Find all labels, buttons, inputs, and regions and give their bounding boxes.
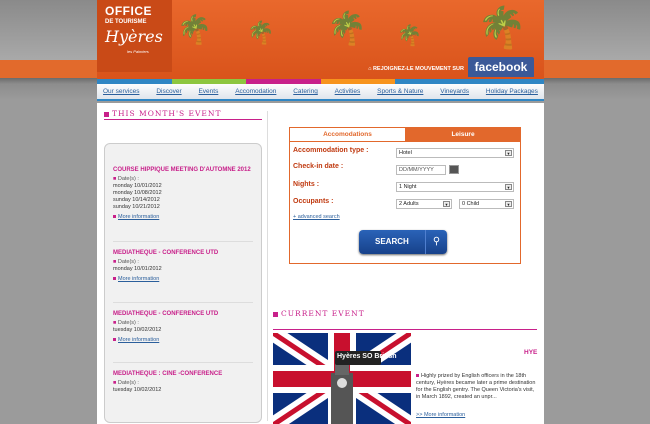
- dropdown-arrow-icon: ▼: [505, 150, 512, 156]
- logo-line-1: OFFICE: [105, 4, 152, 18]
- more-information-text[interactable]: More information: [118, 337, 159, 343]
- calendar-icon[interactable]: [449, 165, 459, 174]
- current-event-heading: HYE: [524, 349, 538, 356]
- dropdown-arrow-icon: ▼: [443, 201, 450, 207]
- divider: [273, 329, 537, 330]
- current-event-text: Highly prized by English officers in the…: [416, 373, 536, 400]
- nav-item[interactable]: Activities: [335, 88, 361, 95]
- accommodation-type-label: Accommodation type :: [293, 147, 369, 154]
- occupants-label: Occupants :: [293, 198, 334, 205]
- bullet-icon: [113, 338, 116, 342]
- site-header: 🌴 🌴 🌴 🌴 🌴 OFFICE DE TOURISME Hyères les …: [97, 0, 544, 84]
- event-dates-label-text: Date(s) :: [117, 259, 139, 265]
- palm-tree-icon: 🌴: [177, 14, 212, 45]
- current-event-more-link[interactable]: >> More information: [416, 412, 465, 418]
- month-event-title: This month's event: [104, 109, 262, 120]
- more-information-text[interactable]: More information: [118, 276, 159, 282]
- event-date: tuesday 10/02/2012: [113, 387, 162, 393]
- event-dates-label: ■ Date(s) :: [113, 259, 255, 266]
- event-date: monday 10/01/2012: [113, 183, 162, 189]
- nav-item[interactable]: Events: [198, 88, 218, 95]
- divider: [267, 111, 268, 421]
- magnifier-icon: ⚲: [425, 230, 447, 254]
- children-select[interactable]: 0 Child ▼: [459, 199, 514, 209]
- accommodation-search-box: Accomodations Leisure Accommodation type…: [289, 127, 521, 264]
- event-title[interactable]: MEDIATHEQUE - CONFERENCE UTD: [113, 249, 255, 257]
- event-title[interactable]: MEDIATHEQUE - CONFERENCE UTD: [113, 310, 255, 318]
- bullet-icon: [113, 215, 116, 219]
- event-separator: [113, 302, 253, 303]
- union-jack-image: [273, 333, 411, 424]
- event-dates-label: ■ Date(s) :: [113, 320, 255, 327]
- nights-select[interactable]: 1 Night ▼: [396, 182, 514, 192]
- tab-leisure[interactable]: Leisure: [405, 128, 521, 142]
- main-nav: Our services Discover Events Accomodation Ca…: [97, 84, 544, 101]
- nights-label: Nights :: [293, 181, 320, 188]
- palm-tree-icon: 🌴: [327, 10, 367, 46]
- main-content: This month's event COURSE HIPPIQUE MEETI…: [97, 103, 544, 424]
- event-dates-label-text: Date(s) :: [117, 380, 139, 386]
- event-date: sunday 10/14/2012: [113, 197, 160, 203]
- logo-line-4: les Palmiers: [127, 49, 149, 54]
- dropdown-arrow-icon: ▼: [505, 201, 512, 207]
- event-separator: [113, 362, 253, 363]
- adults-select[interactable]: 2 Adults ▼: [396, 199, 452, 209]
- accommodation-type-select[interactable]: Hotel ▼: [396, 148, 514, 158]
- nav-item[interactable]: Vineyards: [440, 88, 469, 95]
- event-date: tuesday 10/02/2012: [113, 327, 162, 333]
- advanced-search-link[interactable]: + advanced search: [293, 214, 340, 220]
- nav-item[interactable]: Our services: [103, 88, 139, 95]
- event-item: COURSE HIPPIQUE MEETING D'AUTOMNE 2012 ■ …: [113, 166, 255, 220]
- tab-accomodations[interactable]: Accomodations: [290, 128, 405, 142]
- event-title[interactable]: COURSE HIPPIQUE MEETING D'AUTOMNE 2012: [113, 166, 255, 174]
- nav-item[interactable]: Accomodation: [235, 88, 276, 95]
- current-event-image[interactable]: Hyères SO British: [273, 333, 411, 424]
- palm-tree-icon: 🌴: [477, 6, 527, 50]
- current-event-title: Current event: [273, 309, 537, 319]
- event-separator: [113, 241, 253, 242]
- event-title[interactable]: MEDIATHEQUE : CINE -CONFERENCE: [113, 370, 255, 378]
- logo-line-2: DE TOURISME: [105, 19, 147, 25]
- event-date: monday 10/08/2012: [113, 190, 162, 196]
- event-item: MEDIATHEQUE - CONFERENCE UTD ■ Date(s) :t…: [113, 310, 255, 343]
- events-panel: COURSE HIPPIQUE MEETING D'AUTOMNE 2012 ■ …: [104, 143, 262, 423]
- event-dates-label: ■ Date(s) :: [113, 176, 255, 183]
- nav-item[interactable]: Discover: [156, 88, 181, 95]
- dropdown-arrow-icon: ▼: [505, 184, 512, 190]
- bullet-icon: [113, 277, 116, 281]
- site-logo[interactable]: OFFICE DE TOURISME Hyères les Palmiers: [97, 0, 172, 72]
- nav-item[interactable]: Sports & Nature: [377, 88, 423, 95]
- checkin-date-input[interactable]: DD/MM/YYYY: [396, 165, 446, 175]
- more-information-link[interactable]: More information: [113, 276, 255, 282]
- more-information-link[interactable]: More information: [113, 214, 255, 220]
- more-information-text[interactable]: More information: [118, 214, 159, 220]
- palm-tree-icon: 🌴: [397, 25, 422, 47]
- event-date: sunday 10/21/2012: [113, 204, 160, 210]
- facebook-button[interactable]: facebook: [468, 57, 534, 77]
- event-item: MEDIATHEQUE - CONFERENCE UTD ■ Date(s) :m…: [113, 249, 255, 282]
- event-dates-label-text: Date(s) :: [117, 176, 139, 182]
- search-button[interactable]: SEARCH ⚲: [359, 230, 447, 254]
- nav-item[interactable]: Catering: [293, 88, 318, 95]
- event-dates-label-text: Date(s) :: [117, 320, 139, 326]
- checkin-label: Check-in date :: [293, 163, 344, 170]
- facebook-invite-text: ⌂ REJOIGNEZ-LE MOUVEMENT SUR: [368, 66, 464, 72]
- event-date: monday 10/01/2012: [113, 266, 162, 272]
- palm-tree-icon: 🌴: [247, 20, 275, 45]
- event-dates-label: ■ Date(s) :: [113, 380, 255, 387]
- image-caption: Hyères SO British: [337, 353, 397, 360]
- logo-line-3: Hyères: [105, 27, 163, 46]
- event-item: MEDIATHEQUE : CINE -CONFERENCE ■ Date(s) …: [113, 370, 255, 394]
- more-information-link[interactable]: More information: [113, 337, 255, 343]
- nav-item[interactable]: Holiday Packages: [486, 88, 538, 95]
